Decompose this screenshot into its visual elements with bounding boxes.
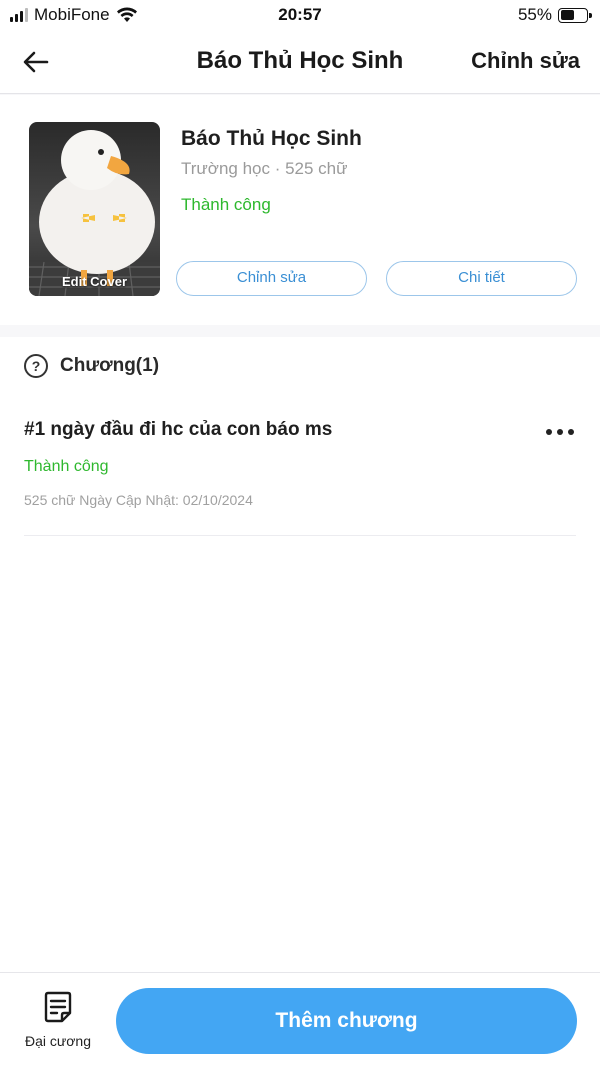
- more-options-icon[interactable]: [544, 427, 576, 437]
- battery-icon: [558, 7, 592, 23]
- bottom-action-bar: Đại cương Thêm chương: [0, 972, 600, 1067]
- status-time: 20:57: [278, 5, 322, 24]
- chapter-name: #1 ngày đầu đi hc của con báo ms: [24, 419, 333, 440]
- book-card: Edit Cover Báo Thủ Học Sinh Trường học ·…: [0, 95, 600, 325]
- edit-book-button[interactable]: Chỉnh sửa: [176, 261, 367, 296]
- chapters-header: ? Chương(1): [24, 354, 159, 378]
- battery-percent: 55%: [517, 5, 552, 24]
- chapters-section: ? Chương(1) #1 ngày đầu đi hc của con bá…: [0, 337, 600, 972]
- duck-cover-image: [29, 130, 160, 296]
- chapter-status: Thành công: [24, 458, 109, 475]
- book-status: Thành công: [181, 195, 271, 214]
- chapter-list-item[interactable]: #1 ngày đầu đi hc của con báo ms Thành c…: [24, 403, 576, 536]
- header-edit-button[interactable]: Chỉnh sửa: [471, 48, 580, 74]
- add-chapter-button[interactable]: Thêm chương: [116, 988, 577, 1054]
- book-title: Báo Thủ Học Sinh: [181, 127, 362, 150]
- battery-level: [560, 10, 575, 20]
- back-button[interactable]: [18, 44, 54, 80]
- book-meta: Trường học · 525 chữ: [181, 159, 348, 178]
- top-nav-bar: Báo Thủ Học Sinh Chỉnh sửa: [0, 30, 600, 94]
- question-circle-icon[interactable]: ?: [24, 354, 48, 378]
- document-list-icon: [44, 991, 72, 1023]
- chapters-title: Chương(1): [60, 355, 160, 376]
- book-cover[interactable]: Edit Cover: [29, 122, 160, 296]
- edit-cover-label: Edit Cover: [61, 274, 127, 289]
- chapter-info: 525 chữ Ngày Cập Nhật: 02/10/2024: [24, 492, 253, 508]
- arrow-left-icon: [23, 51, 49, 73]
- outline-tab[interactable]: Đại cương: [20, 991, 96, 1049]
- book-details-button[interactable]: Chi tiết: [386, 261, 577, 296]
- outline-label: Đại cương: [24, 1033, 92, 1049]
- status-bar: MobiFone 20:57 55%: [0, 0, 600, 30]
- status-right: 55%: [517, 5, 592, 25]
